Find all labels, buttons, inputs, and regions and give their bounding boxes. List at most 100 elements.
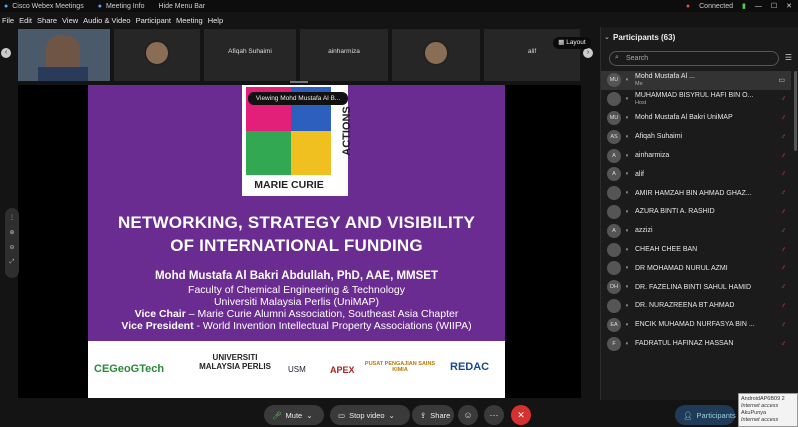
participant-row[interactable]: ◖ DR MOHAMAD NURUL AZMI ⍻ [601, 259, 791, 278]
panel-scrollbar[interactable] [794, 71, 797, 151]
mic-icon: ◖ [625, 114, 629, 121]
logo-text: MARIE CURIE [254, 179, 324, 191]
menu-help[interactable]: Help [208, 16, 223, 25]
redac-logo: REDAC [450, 361, 490, 373]
participant-row[interactable]: MU ◖ Mohd Mustafa Al ... Me ▭ [601, 71, 791, 90]
participant-row[interactable]: AS ◖ Afiqah Suhaimi ⍻ [601, 127, 791, 146]
participant-name: alif [635, 170, 644, 178]
menu-participant[interactable]: Participant [136, 16, 171, 25]
muted-mic-icon[interactable]: ⍻ [781, 208, 785, 216]
mic-icon: ◖ [625, 77, 629, 84]
participant-name: ENCIK MUHAMAD NURFASYA BIN ... [635, 321, 755, 329]
slide-title-line-2: OF INTERNATIONAL FUNDING [170, 236, 423, 255]
participant-name: DR. NURAZREENA BT AHMAD [635, 302, 735, 310]
panel-title: Participants (63) [613, 33, 676, 42]
muted-mic-icon[interactable]: ⍻ [781, 189, 785, 197]
participant-row[interactable]: ◖ CHEAH CHEE BAN ⍻ [601, 240, 791, 259]
mic-icon: 🎤︎ [272, 410, 282, 420]
participants-button[interactable]: 👤︎ Participants [675, 405, 736, 425]
tile-name: alif [527, 48, 537, 55]
muted-mic-icon[interactable]: ⍻ [781, 133, 785, 141]
participant-row[interactable]: ◖ AMIR HAMZAH BIN AHMAD GHAZ... ⍻ [601, 184, 791, 203]
more-button[interactable]: ⋯ [484, 405, 504, 425]
maximize-button[interactable]: ☐ [771, 2, 777, 10]
minimize-button[interactable]: — [755, 3, 762, 10]
chevron-down-icon[interactable]: ⌄ [306, 411, 312, 420]
menu-share[interactable]: Share [37, 16, 57, 25]
muted-mic-icon[interactable]: ⍻ [781, 246, 785, 254]
participant-row[interactable]: ◖ AZURA BINTI A. RASHID ⍻ [601, 203, 791, 222]
avatar [423, 40, 449, 66]
record-icon: ● [685, 2, 691, 10]
sponsor-logos: CEGeoGTech UNIVERSITI MALAYSIA PERLIS US… [88, 341, 505, 398]
mic-icon: ◖ [625, 152, 629, 159]
participant-row[interactable]: ◖ MUHAMMAD BISYRUL HAFI BIN O... Host ⍻ [601, 90, 791, 109]
slide-role-2: Vice President - World Invention Intelle… [88, 320, 505, 332]
scroll-right-button[interactable]: › [583, 48, 593, 58]
mic-icon: ◖ [625, 321, 629, 328]
usm-logo: USM [288, 365, 306, 374]
panel-menu-icon[interactable]: ☰ [785, 53, 792, 62]
video-tile-ainharmiza[interactable]: ainharmiza [300, 29, 388, 81]
participant-row[interactable]: A ◖ alif ⍻ [601, 165, 791, 184]
muted-mic-icon[interactable]: ⍻ [781, 302, 785, 310]
muted-mic-icon[interactable]: ⍻ [781, 95, 785, 103]
muted-mic-icon[interactable]: ⍻ [781, 283, 785, 291]
window-controls: ● Connected ▮ — ☐ ✕ [686, 0, 798, 12]
close-button[interactable]: ✕ [786, 2, 792, 10]
strip-handle[interactable] [290, 81, 308, 83]
participant-row[interactable]: A ◖ ainharmiza ⍻ [601, 146, 791, 165]
share-button[interactable]: ⇪ Share [412, 405, 454, 425]
zoom-in-icon[interactable]: ⊕ [5, 229, 19, 236]
menu-bar: File Edit Share View Audio & Video Parti… [0, 13, 600, 27]
reactions-button[interactable]: ☺ [458, 405, 478, 425]
muted-mic-icon[interactable]: ⍻ [781, 114, 785, 122]
participant-row[interactable]: F ◖ FADRATUL HAFINAZ HASSAN ⍻ [601, 334, 791, 353]
menu-file[interactable]: File [2, 16, 14, 25]
participant-row[interactable]: EA ◖ ENCIK MUHAMAD NURFASYA BIN ... ⍻ [601, 315, 791, 334]
participant-name: azzizi [635, 227, 653, 235]
menu-audio-video[interactable]: Audio & Video [83, 16, 130, 25]
participant-row[interactable]: ◖ DR. NURAZREENA BT AHMAD ⍻ [601, 297, 791, 316]
scroll-left-button[interactable]: ‹ [1, 48, 11, 58]
muted-mic-icon[interactable]: ⍻ [781, 152, 785, 160]
share-icon: ⇪ [420, 410, 427, 420]
pointer-icon[interactable]: ⋮ [5, 214, 19, 221]
presentation-slide: ACTIONS MARIE CURIE Viewing Mohd Mustafa… [88, 85, 505, 398]
chevron-down-icon[interactable]: ⌄ [389, 411, 395, 420]
panel-collapse-icon[interactable]: ⌄ [604, 33, 610, 41]
stop-video-button[interactable]: ▭ Stop video ⌄ [330, 405, 410, 425]
menu-edit[interactable]: Edit [19, 16, 32, 25]
muted-mic-icon[interactable]: ⍻ [781, 170, 785, 178]
hide-menu-button[interactable]: Hide Menu Bar [158, 3, 205, 10]
muted-mic-icon[interactable]: ⍻ [781, 321, 785, 329]
signal-icon: ▮ [741, 3, 746, 10]
muted-mic-icon[interactable]: ⍻ [781, 227, 785, 235]
video-tile-5[interactable] [392, 29, 480, 81]
muted-mic-icon[interactable]: ⍻ [781, 264, 785, 272]
leave-button[interactable]: ✕ [511, 405, 531, 425]
menu-view[interactable]: View [62, 16, 78, 25]
meeting-info-button[interactable]: Meeting Info [106, 3, 145, 10]
layout-button[interactable]: ▦ Layout [553, 37, 591, 49]
fit-icon[interactable]: ⤢ [5, 259, 19, 266]
search-input[interactable]: Search [609, 51, 779, 66]
participant-row[interactable]: MU ◖ Mohd Mustafa Al Bakri UniMAP ⍻ [601, 109, 791, 128]
annotation-toolbar[interactable]: ⋮ ⊕ ⊖ ⤢ [5, 208, 19, 278]
video-tile-afiqah[interactable]: Afiqah Suhaimi [204, 29, 296, 81]
zoom-out-icon[interactable]: ⊖ [5, 244, 19, 251]
video-tile-self[interactable] [18, 29, 110, 81]
participant-name: Mohd Mustafa Al ... [635, 73, 695, 80]
muted-mic-icon[interactable]: ⍻ [781, 340, 785, 348]
menu-meeting[interactable]: Meeting [176, 16, 203, 25]
participant-row[interactable]: DH ◖ DR. FAZELINA BINTI SAHUL HAMID ⍻ [601, 278, 791, 297]
role-2-text: - World Invention Intellectual Property … [193, 320, 472, 332]
avatar: AS [607, 129, 621, 144]
video-tile-4[interactable] [114, 29, 200, 81]
mic-icon: ◖ [625, 133, 629, 140]
participant-name: DR. FAZELINA BINTI SAHUL HAMID [635, 283, 752, 291]
mute-button[interactable]: 🎤︎ Mute ⌄ [264, 405, 324, 425]
participants-panel: Participants (63) ⌄ ☰ Search ⌕ MU ◖ Mohd M… [600, 27, 798, 400]
avatar: MU [607, 73, 621, 88]
participant-row[interactable]: A ◖ azzizi ⍻ [601, 221, 791, 240]
